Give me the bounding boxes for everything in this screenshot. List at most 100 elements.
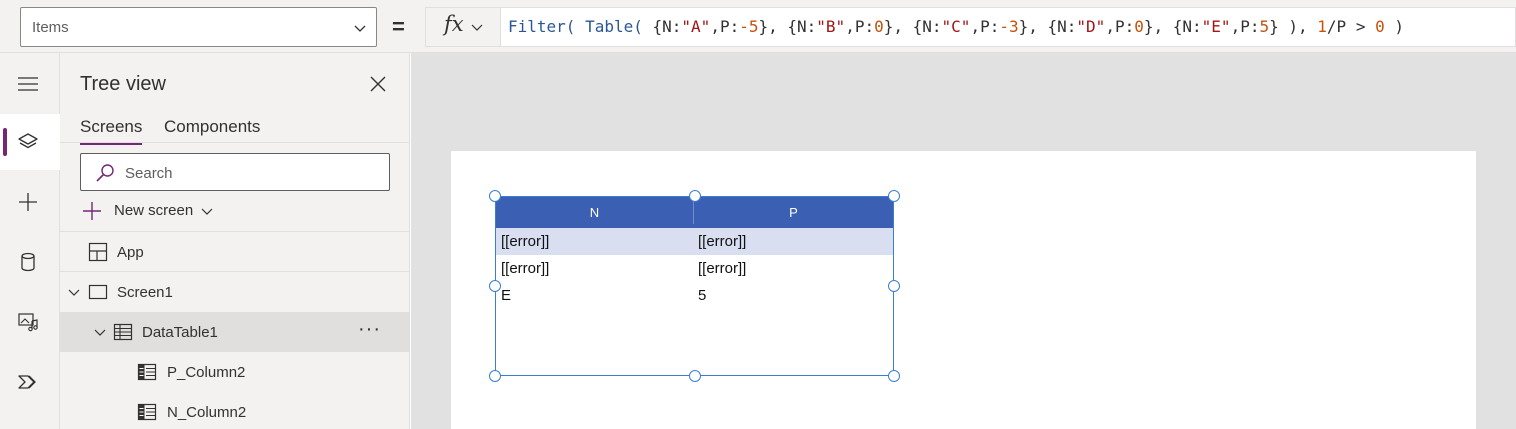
formula-token: "B" — [816, 17, 846, 36]
search-input[interactable] — [125, 163, 375, 183]
close-icon[interactable] — [367, 73, 389, 95]
resize-handle[interactable] — [689, 190, 701, 202]
column-header-p[interactable]: P — [694, 197, 893, 228]
formula-text[interactable]: Filter( Table( {N:"A",P:-5}, {N:"B",P:0}… — [508, 17, 1404, 36]
table-cell: [[error]] — [698, 233, 747, 250]
tree-node-label: P_Column2 — [167, 364, 246, 381]
formula-token: Filter( — [508, 17, 576, 36]
column-icon — [137, 403, 157, 421]
tree-node-datatable1[interactable]: DataTable1 ··· — [60, 312, 409, 352]
formula-token: "D" — [1076, 17, 1106, 36]
fx-icon: fx — [444, 12, 464, 36]
data-table-icon — [113, 323, 133, 341]
resize-handle[interactable] — [489, 190, 501, 202]
tree-node-label: DataTable1 — [142, 324, 218, 341]
equals-sign: = — [392, 14, 405, 39]
formula-token: /P > — [1326, 17, 1376, 36]
formula-token: }, {N: — [883, 17, 942, 36]
tree-node-label: App — [117, 244, 144, 261]
plus-icon — [83, 202, 101, 220]
tree-node-screen1[interactable]: Screen1 — [60, 272, 409, 312]
plus-icon — [19, 193, 37, 211]
search-box[interactable] — [80, 153, 390, 191]
property-dropdown-value: Items — [32, 19, 69, 36]
table-row[interactable]: [[error]] [[error]] — [496, 228, 893, 255]
search-icon — [96, 164, 114, 182]
column-icon — [137, 363, 157, 381]
property-dropdown[interactable]: Items — [20, 7, 377, 47]
tree-view-panel: Tree view Screens Components New screen … — [60, 53, 410, 429]
tree-node-n-column2[interactable]: N_Column2 — [60, 392, 409, 429]
rail-automate-button[interactable] — [0, 354, 60, 410]
app-icon — [88, 242, 108, 262]
table-row[interactable]: [[error]] [[error]] — [496, 255, 893, 282]
new-screen-button[interactable]: New screen — [82, 199, 222, 223]
resize-handle[interactable] — [689, 370, 701, 382]
power-automate-icon — [18, 375, 36, 389]
formula-token: ) — [1384, 17, 1404, 36]
formula-token: -5 — [739, 17, 759, 36]
formula-token: -3 — [999, 17, 1019, 36]
formula-token: ,P: — [1105, 17, 1135, 36]
table-cell: [[error]] — [501, 260, 550, 277]
formula-token: }, {N: — [1143, 17, 1202, 36]
hamburger-menu-icon — [18, 77, 38, 91]
table-cell: [[error]] — [501, 233, 550, 250]
chevron-down-icon — [354, 25, 366, 32]
formula-token: }, {N: — [1018, 17, 1077, 36]
new-screen-label: New screen — [114, 202, 194, 219]
formula-token: 1 — [1317, 17, 1327, 36]
table-cell: E — [501, 287, 512, 304]
formula-token: 0 — [1134, 17, 1144, 36]
formula-token: "E" — [1201, 17, 1231, 36]
data-cylinder-icon — [21, 252, 35, 272]
rail-data-button[interactable] — [0, 234, 60, 290]
fx-button[interactable]: fx — [426, 8, 501, 46]
tree-node-p-column2[interactable]: P_Column2 — [60, 352, 409, 392]
chevron-down-icon — [201, 208, 213, 215]
column-header-n[interactable]: N — [496, 197, 693, 228]
tree-node-label: N_Column2 — [167, 404, 247, 421]
chevron-down-icon[interactable] — [67, 285, 81, 299]
media-icon — [18, 313, 38, 332]
resize-handle[interactable] — [888, 190, 900, 202]
formula-token: ,P: — [970, 17, 1000, 36]
divider — [60, 142, 410, 143]
chevron-down-icon[interactable] — [93, 325, 107, 339]
formula-token: "C" — [941, 17, 971, 36]
more-options-button[interactable]: ··· — [358, 318, 381, 341]
tree-node-label: Screen1 — [117, 284, 173, 301]
table-cell: [[error]] — [698, 260, 747, 277]
rail-menu-button[interactable] — [0, 56, 60, 112]
resize-handle[interactable] — [489, 370, 501, 382]
data-table[interactable]: N P [[error]] [[error]] [[error]] [[erro… — [495, 196, 894, 376]
formula-token: }, {N: — [758, 17, 817, 36]
rail-tree-view-button[interactable] — [0, 114, 60, 170]
formula-token: 0 — [874, 17, 884, 36]
formula-token: 5 — [1259, 17, 1270, 36]
formula-token: Table( — [585, 17, 643, 36]
resize-handle[interactable] — [888, 280, 900, 292]
chevron-down-icon — [471, 24, 483, 31]
table-cell: 5 — [698, 287, 707, 304]
formula-token: 0 — [1375, 17, 1385, 36]
table-row[interactable]: E 5 — [496, 282, 893, 309]
rail-media-button[interactable] — [0, 294, 60, 350]
formula-token: "A" — [681, 17, 711, 36]
formula-token: ,P: — [710, 17, 740, 36]
screen-icon — [88, 284, 108, 300]
tab-components[interactable]: Components — [164, 117, 260, 137]
layers-icon — [18, 133, 38, 149]
rail-insert-button[interactable] — [0, 174, 60, 230]
formula-editor[interactable]: fx Filter( Table( {N:"A",P:-5}, {N:"B",P… — [425, 7, 1516, 47]
resize-handle[interactable] — [888, 370, 900, 382]
tree-node-app[interactable]: App — [60, 232, 409, 272]
resize-handle[interactable] — [489, 280, 501, 292]
formula-token: } ), — [1269, 17, 1318, 36]
formula-bar: Items = fx Filter( Table( {N:"A",P:-5}, … — [0, 0, 1516, 53]
tab-screens[interactable]: Screens — [80, 117, 143, 145]
tree-view-title: Tree view — [80, 73, 166, 95]
left-rail — [0, 53, 60, 429]
formula-token: {N: — [642, 17, 682, 36]
formula-token: ,P: — [1230, 17, 1260, 36]
